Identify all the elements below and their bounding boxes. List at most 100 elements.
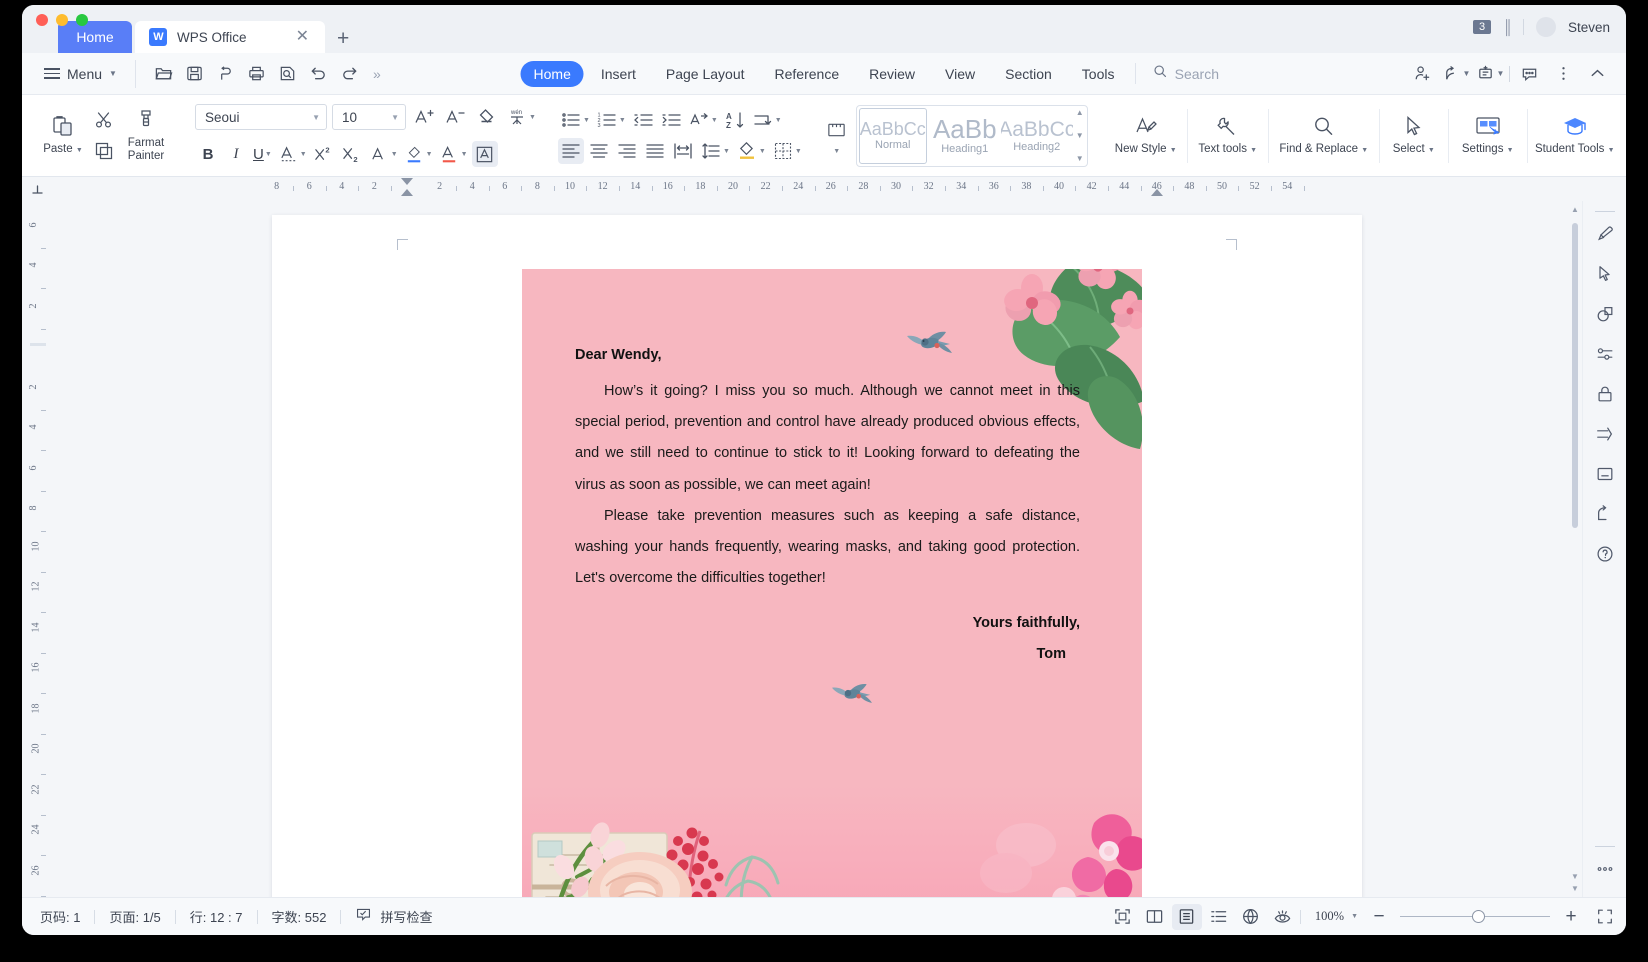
new-style-button[interactable]: New Style ▼ — [1108, 101, 1184, 171]
text-effects-icon[interactable]: ▼ — [276, 141, 309, 167]
justify-icon[interactable] — [642, 138, 668, 164]
scroll-page-down-icon[interactable]: ▼ — [1571, 884, 1579, 893]
print-preview-share-icon[interactable] — [212, 60, 240, 88]
collapse-ribbon-icon[interactable] — [1582, 60, 1612, 88]
show-marks-icon[interactable]: ▼ — [750, 107, 784, 133]
more-dots-icon[interactable] — [1588, 849, 1622, 889]
sort-icon[interactable]: AZ — [722, 107, 748, 133]
tab-section[interactable]: Section — [992, 61, 1065, 87]
zoom-out-button[interactable]: − — [1368, 907, 1390, 926]
shapes-icon[interactable] — [1588, 294, 1622, 334]
lock-icon[interactable] — [1588, 374, 1622, 414]
select-button[interactable]: Select ▼ — [1383, 101, 1445, 171]
tab-review[interactable]: Review — [856, 61, 928, 87]
comment-icon[interactable] — [1514, 60, 1544, 88]
bullet-list-icon[interactable]: ▼ — [558, 107, 592, 133]
text-tools-button[interactable]: Text tools ▼ — [1191, 101, 1265, 171]
zoom-knob[interactable] — [1472, 910, 1485, 923]
character-shading-icon[interactable]: ▼ — [367, 141, 400, 167]
zoom-value[interactable]: 100% — [1303, 909, 1349, 924]
highlight-color-icon[interactable]: ▼ — [402, 141, 435, 167]
decrease-indent-icon[interactable] — [630, 107, 656, 133]
print-layout-view-icon[interactable] — [1171, 903, 1202, 930]
bold-button[interactable]: B — [195, 141, 221, 167]
align-center-icon[interactable] — [586, 138, 612, 164]
tab-home[interactable]: Home — [520, 60, 584, 87]
menu-button[interactable]: Menu ▼ — [36, 66, 125, 82]
close-window-button[interactable] — [36, 14, 48, 26]
help-icon[interactable] — [1588, 534, 1622, 574]
share-export-icon[interactable] — [1588, 494, 1622, 534]
letter-text[interactable]: Dear Wendy, How’s it going? I miss you s… — [522, 269, 1142, 671]
status-line-column[interactable]: 行: 12 : 7 — [176, 907, 257, 926]
underline-button[interactable]: U ▼ — [251, 141, 274, 167]
minimize-window-button[interactable] — [56, 14, 68, 26]
letter-graphic[interactable]: Dear Wendy, How’s it going? I miss you s… — [522, 269, 1142, 897]
style-gallery-scroll[interactable]: ▲ ▼ ▼ — [1073, 106, 1087, 166]
zoom-in-button[interactable]: + — [1560, 907, 1582, 926]
style-heading1[interactable]: AaBb Heading1 — [929, 106, 1001, 166]
shrink-font-icon[interactable] — [442, 104, 468, 130]
distribute-icon[interactable] — [670, 138, 696, 164]
student-tools-button[interactable]: Student Tools ▼ — [1531, 101, 1619, 171]
document-page[interactable]: Dear Wendy, How’s it going? I miss you s… — [272, 215, 1362, 897]
plus-icon[interactable]: + — [325, 28, 361, 53]
insert-arrow-icon[interactable] — [1588, 414, 1622, 454]
horizontal-ruler[interactable]: 8 6 4 2 2 4 6 8 10 12 14 16 18 20 22 24 26 28 30 32 34 36 38 40… — [52, 177, 1582, 201]
read-mode-icon[interactable] — [1268, 904, 1298, 930]
left-indent-marker[interactable] — [401, 189, 413, 196]
tab-view[interactable]: View — [932, 61, 988, 87]
scrollbar-thumb[interactable] — [1572, 223, 1578, 528]
page-count-badge[interactable]: 3 — [1473, 20, 1492, 34]
add-user-icon[interactable] — [1407, 60, 1437, 88]
font-name-input[interactable]: Seoui ▼ — [195, 104, 327, 130]
redo-icon[interactable] — [336, 60, 364, 88]
cursor-select-icon[interactable] — [1588, 254, 1622, 294]
web-layout-view-icon[interactable] — [1236, 904, 1266, 930]
zoom-slider[interactable] — [1400, 909, 1550, 925]
settings-button[interactable]: Settings ▼ — [1452, 101, 1524, 171]
align-right-icon[interactable] — [614, 138, 640, 164]
font-size-input[interactable]: 10 ▼ — [332, 104, 406, 130]
pinyin-guide-icon[interactable]: wén ▼ — [504, 104, 538, 130]
full-screen-view-icon[interactable] — [1108, 904, 1138, 930]
borders-icon[interactable]: ▼ — [770, 138, 804, 164]
font-color-icon[interactable]: ▼ — [437, 141, 470, 167]
vertical-ruler[interactable]: 642246810121416182022242628 — [22, 201, 52, 916]
line-spacing-icon[interactable]: ▼ — [698, 138, 732, 164]
user-name[interactable]: Steven — [1568, 20, 1610, 35]
grow-font-icon[interactable] — [411, 104, 437, 130]
right-indent-marker[interactable] — [1150, 189, 1163, 196]
two-page-view-icon[interactable] — [1140, 904, 1170, 930]
format-painter-button[interactable]: Farmat Painter — [117, 101, 175, 171]
superscript-icon[interactable]: 2 — [311, 141, 337, 167]
multilevel-list-icon[interactable]: ▼ — [686, 107, 720, 133]
italic-button[interactable]: I — [223, 141, 249, 167]
tab-tools[interactable]: Tools — [1069, 61, 1128, 87]
numbered-list-icon[interactable]: 1 2 3 ▼ — [594, 107, 628, 133]
print-icon[interactable] — [243, 60, 271, 88]
status-page-of[interactable]: 页面: 1/5 — [95, 907, 174, 926]
scroll-down-icon[interactable]: ▼ — [1076, 131, 1084, 140]
document-scrollbar[interactable]: ▲ ▼ ▼ — [1570, 201, 1580, 897]
spellcheck-button[interactable]: 拼写检查 — [341, 906, 446, 928]
document-actions-icon[interactable]: ▼ — [1475, 60, 1505, 88]
outline-view-icon[interactable] — [1204, 904, 1234, 930]
subscript-icon[interactable]: 2 — [339, 141, 365, 167]
clear-format-icon[interactable] — [473, 104, 499, 130]
tab-reference[interactable]: Reference — [762, 61, 853, 87]
character-border-icon[interactable] — [471, 141, 498, 167]
print-preview-icon[interactable] — [274, 60, 302, 88]
style-gallery[interactable]: AaBbCc Normal AaBb Heading1 AaBbCc Headi… — [855, 104, 1088, 167]
brush-icon[interactable] — [1588, 214, 1622, 254]
align-left-icon[interactable] — [557, 138, 584, 164]
undo-icon[interactable] — [305, 60, 333, 88]
open-icon[interactable] — [150, 60, 178, 88]
increase-indent-icon[interactable] — [658, 107, 684, 133]
find-replace-button[interactable]: Find & Replace ▼ — [1272, 101, 1376, 171]
share-icon[interactable]: ▼ — [1441, 60, 1471, 88]
style-heading2[interactable]: AaBbCc Heading2 — [1001, 106, 1073, 166]
tab-insert[interactable]: Insert — [588, 61, 649, 87]
copy-icon[interactable] — [91, 138, 117, 164]
more-vertical-icon[interactable] — [1548, 60, 1578, 88]
